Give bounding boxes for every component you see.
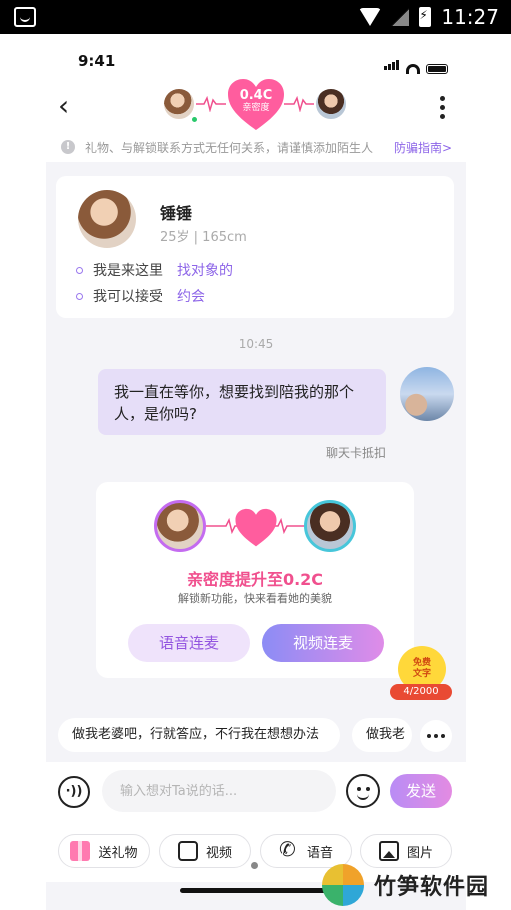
back-chevron-icon[interactable]: ‹ (58, 92, 69, 120)
intimacy-value: 0.4C (239, 88, 273, 103)
intimacy-label: 亲密度 (242, 103, 270, 113)
profile-row-value: 找对象的 (177, 263, 233, 279)
profile-row-label: 我可以接受 (93, 289, 163, 305)
intimacy-upgrade-subtitle: 解锁新功能，快来看看她的美貌 (178, 592, 332, 605)
my-avatar-ring (304, 500, 356, 552)
profile-row-value: 约会 (177, 289, 205, 305)
notice-text: 礼物、与解锁联系方式无任何关系，请谨慎添加陌生人 (85, 141, 374, 155)
quick-reply-chip[interactable]: 做我老婆吧，行就答应，不行我在想想办法 (58, 718, 340, 752)
message-input-bar: ·)) 发送 (46, 762, 466, 822)
sender-avatar[interactable] (400, 367, 454, 421)
no-signal-icon (391, 8, 410, 26)
anti-fraud-guide-link[interactable]: 防骗指南> (394, 139, 452, 156)
online-status-dot (190, 115, 199, 124)
gift-icon (70, 841, 91, 861)
profile-age-height: 25岁 | 165cm (160, 230, 247, 245)
voice-call-button[interactable]: 语音连麦 (128, 624, 250, 662)
send-button[interactable]: 发送 (390, 774, 452, 808)
app-screen: 9:41 ‹ 0.4C 亲密度 ! 礼物、与解锁联系方式无任何关系，请谨慎添加陌… (46, 42, 466, 910)
intimacy-readout: 0.4C 亲密度 (226, 88, 286, 114)
wifi-icon (359, 8, 382, 26)
emoji-icon[interactable] (346, 774, 380, 808)
message-bubble[interactable]: 我一直在等你，想要找到陪我的那个人，是你吗? (98, 369, 386, 435)
profile-card[interactable]: 锤锤 25岁 | 165cm 我是来这里 找对象的 我可以接受 约会 (56, 176, 454, 318)
android-clock: 11:27 (441, 5, 499, 29)
send-gift-button[interactable]: 送礼物 (58, 834, 150, 868)
heart-icon (235, 508, 277, 547)
profile-name: 锤锤 (160, 204, 193, 223)
free-badge-line2: 文字 (412, 669, 431, 679)
partner-avatar-ring (154, 500, 206, 552)
video-button[interactable]: 视频 (159, 834, 251, 868)
video-icon (177, 841, 198, 861)
image-icon (378, 841, 399, 861)
android-status-right: 11:27 (359, 5, 499, 29)
heartbeat-line-right (284, 96, 314, 112)
intimacy-upgrade-card: 亲密度提升至0.2C 解锁新功能，快来看看她的美貌 语音连麦 视频连麦 (96, 482, 414, 678)
home-indicator[interactable] (180, 888, 332, 893)
voice-input-icon[interactable]: ·)) (58, 776, 90, 808)
tool-label: 送礼物 (98, 845, 138, 861)
intimacy-upgrade-title: 亲密度提升至0.2C (186, 570, 324, 589)
cellular-signal-icon (384, 55, 400, 74)
page-indicator-dot (251, 862, 258, 869)
quick-reply-row: 做我老婆吧，行就答应，不行我在想想办法 做我老 (46, 718, 466, 756)
free-text-counter: 4/2000 (390, 684, 452, 700)
bullet-dot (76, 292, 83, 300)
profile-row: 我是来这里 找对象的 (76, 260, 233, 280)
site-logo-icon (322, 864, 364, 906)
profile-row-label: 我是来这里 (93, 263, 163, 279)
android-status-bar: 11:27 (0, 0, 511, 34)
chat-header: ‹ 0.4C 亲密度 (46, 79, 466, 132)
safety-notice: ! 礼物、与解锁联系方式无任何关系，请谨慎添加陌生人 防骗指南> (46, 132, 466, 162)
chat-timestamp: 10:45 (238, 337, 274, 351)
watermark: 竹笋软件园 (322, 862, 489, 908)
shopping-bag-icon (14, 7, 36, 27)
profile-row: 我可以接受 约会 (76, 286, 205, 306)
message-input[interactable] (102, 770, 336, 812)
tool-label: 视频 (205, 845, 232, 861)
battery-icon (426, 64, 448, 74)
battery-charging-icon (419, 7, 432, 27)
ios-status-bar: 9:41 (46, 42, 466, 82)
ios-status-icons (384, 55, 448, 74)
more-replies-icon[interactable] (420, 720, 452, 752)
heartbeat-line-left (196, 96, 226, 112)
profile-avatar[interactable] (78, 190, 136, 248)
phone-icon (279, 837, 299, 861)
tool-label: 语音 (306, 845, 333, 861)
exclamation-icon: ! (61, 140, 75, 154)
more-options-icon[interactable] (440, 96, 446, 119)
bullet-dot (76, 266, 83, 274)
quick-reply-chip[interactable]: 做我老 (352, 718, 412, 752)
tool-label: 图片 (406, 845, 433, 861)
wifi-icon (406, 64, 420, 74)
my-avatar-small[interactable] (314, 87, 348, 121)
ios-clock: 9:41 (78, 52, 116, 70)
video-call-button[interactable]: 视频连麦 (262, 624, 384, 662)
chat-card-deduct-note: 聊天卡抵扣 (325, 446, 386, 460)
free-badge-line1: 免费 (412, 658, 431, 668)
watermark-text: 竹笋软件园 (374, 875, 490, 900)
